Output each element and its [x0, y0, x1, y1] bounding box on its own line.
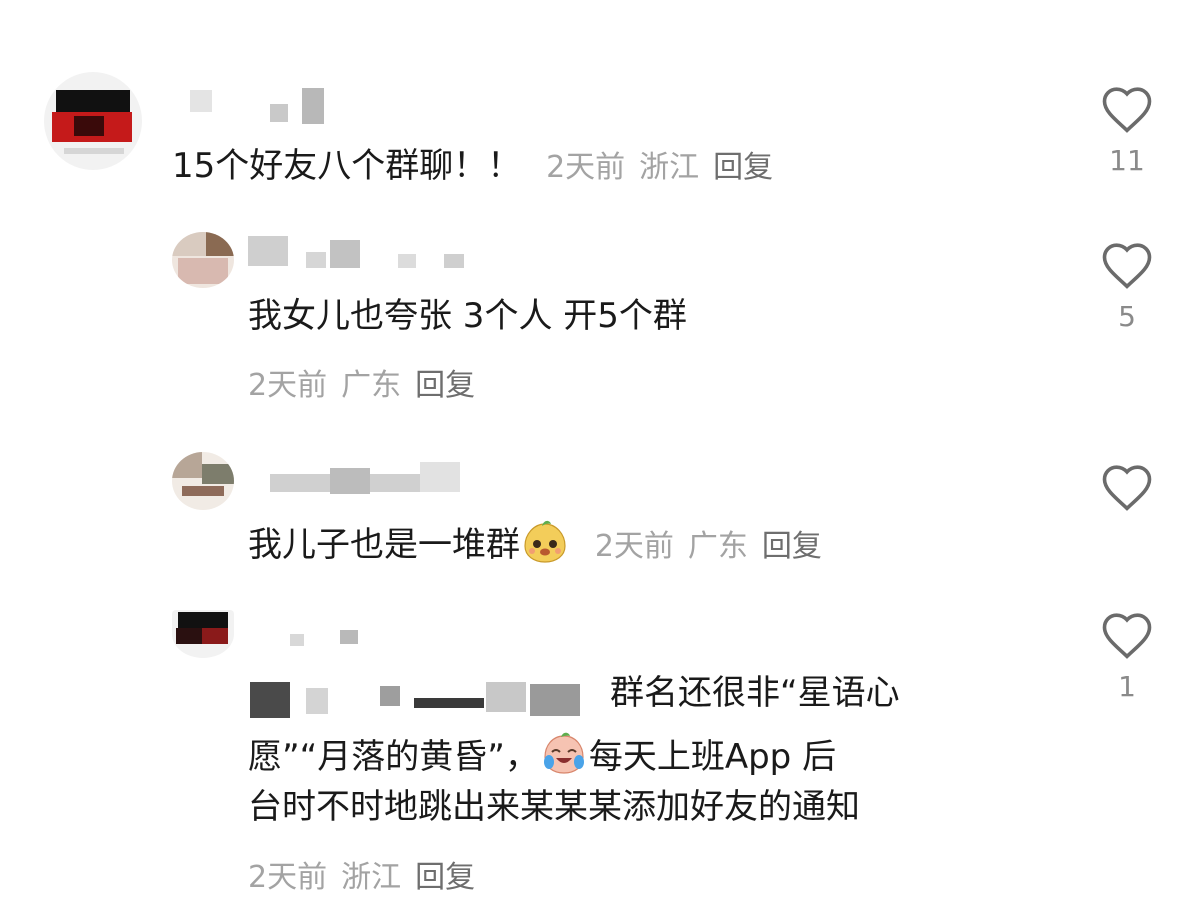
comment-text: 愿”“月落的黄昏”，: [248, 737, 539, 777]
heart-outline-icon: [1102, 465, 1152, 511]
comment-time: 2天前: [248, 860, 328, 895]
heart-outline-icon: [1102, 613, 1152, 659]
username-redacted[interactable]: [248, 236, 478, 270]
avatar[interactable]: [172, 232, 234, 288]
avatar[interactable]: [172, 452, 234, 510]
reply-button[interactable]: 回复: [415, 368, 475, 403]
reply-button[interactable]: 回复: [713, 150, 773, 185]
username-redacted[interactable]: [270, 460, 470, 496]
comment-text: 每天上班App 后: [588, 737, 837, 777]
heart-outline-icon: [1102, 243, 1152, 289]
comment-time: 2天前: [546, 150, 626, 185]
comment-location: 广东: [687, 529, 748, 564]
like-button[interactable]: 1: [1092, 610, 1162, 703]
like-count: 11: [1109, 144, 1145, 177]
comment-text: 我女儿也夸张 3个人 开5个群: [248, 296, 687, 336]
yellow-mascot-emoji: [524, 520, 566, 563]
comment-time: 2天前: [594, 529, 674, 564]
avatar[interactable]: [44, 72, 142, 170]
avatar[interactable]: [172, 610, 234, 658]
username-redacted[interactable]: [290, 626, 370, 646]
like-count: 1: [1118, 670, 1136, 703]
comment-text: 我儿子也是一堆群: [248, 525, 520, 565]
like-button[interactable]: [1092, 462, 1162, 522]
comment-text: 15个好友八个群聊！！: [172, 146, 522, 186]
like-count: 5: [1118, 300, 1136, 333]
redacted-text: [250, 672, 590, 720]
like-button[interactable]: 5: [1092, 240, 1162, 333]
comment-location: 浙江: [341, 860, 402, 895]
comment-text: 台时不时地跳出来某某某添加好友的通知: [248, 787, 860, 827]
comment-location: 广东: [341, 368, 402, 403]
username-redacted[interactable]: [190, 86, 330, 128]
comment-time: 2天前: [248, 368, 328, 403]
reply-button[interactable]: 回复: [762, 529, 822, 564]
like-button[interactable]: 11: [1092, 84, 1162, 177]
comment-text: 群名还很非“星语心: [610, 673, 900, 713]
heart-outline-icon: [1102, 87, 1152, 133]
reply-button[interactable]: 回复: [415, 860, 475, 895]
crying-laughing-emoji: [543, 732, 584, 774]
comment-location: 浙江: [639, 150, 700, 185]
